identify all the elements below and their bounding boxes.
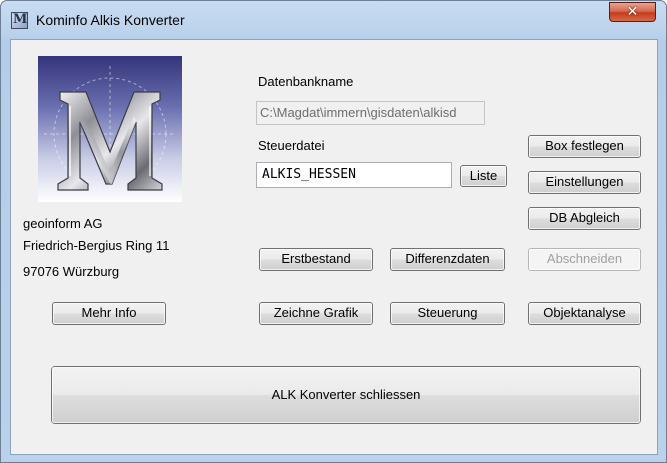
application-window: M Kominfo Alkis Konverter ✕ geoinform AG…: [0, 0, 667, 463]
steuerdatei-label: Steuerdatei: [258, 138, 325, 153]
company-name: geoinform AG: [23, 216, 103, 231]
einstellungen-button[interactable]: Einstellungen: [528, 171, 641, 194]
datenbankname-label: Datenbankname: [258, 74, 354, 89]
mehr-info-button[interactable]: Mehr Info: [52, 302, 166, 325]
abschneiden-button[interactable]: Abschneiden: [528, 248, 641, 271]
datenbankname-field[interactable]: C:\Magdat\immern\gisdaten\alkisd: [256, 101, 485, 125]
company-city: 97076 Würzburg: [23, 264, 120, 279]
db-abgleich-button[interactable]: DB Abgleich: [528, 207, 641, 230]
window-title: Kominfo Alkis Konverter: [36, 12, 185, 28]
title-bar[interactable]: M Kominfo Alkis Konverter ✕: [1, 1, 666, 39]
liste-button[interactable]: Liste: [460, 165, 507, 187]
company-street: Friedrich-Bergius Ring 11: [23, 238, 170, 253]
zeichne-grafik-button[interactable]: Zeichne Grafik: [259, 302, 373, 325]
erstbestand-button[interactable]: Erstbestand: [259, 248, 373, 271]
close-button[interactable]: ✕: [609, 2, 656, 22]
close-icon: ✕: [626, 4, 639, 20]
box-festlegen-button[interactable]: Box festlegen: [528, 135, 641, 158]
steuerdatei-input[interactable]: ALKIS_HESSEN: [256, 162, 452, 188]
dialog-client-area: geoinform AG Friedrich-Bergius Ring 11 9…: [10, 39, 658, 455]
m-logo-image: [38, 56, 182, 202]
steuerung-button[interactable]: Steuerung: [390, 302, 505, 325]
konverter-schliessen-button[interactable]: ALK Konverter schliessen: [51, 366, 641, 424]
differenzdaten-button[interactable]: Differenzdaten: [390, 248, 505, 271]
objektanalyse-button[interactable]: Objektanalyse: [528, 302, 641, 325]
app-icon: M: [11, 12, 28, 29]
